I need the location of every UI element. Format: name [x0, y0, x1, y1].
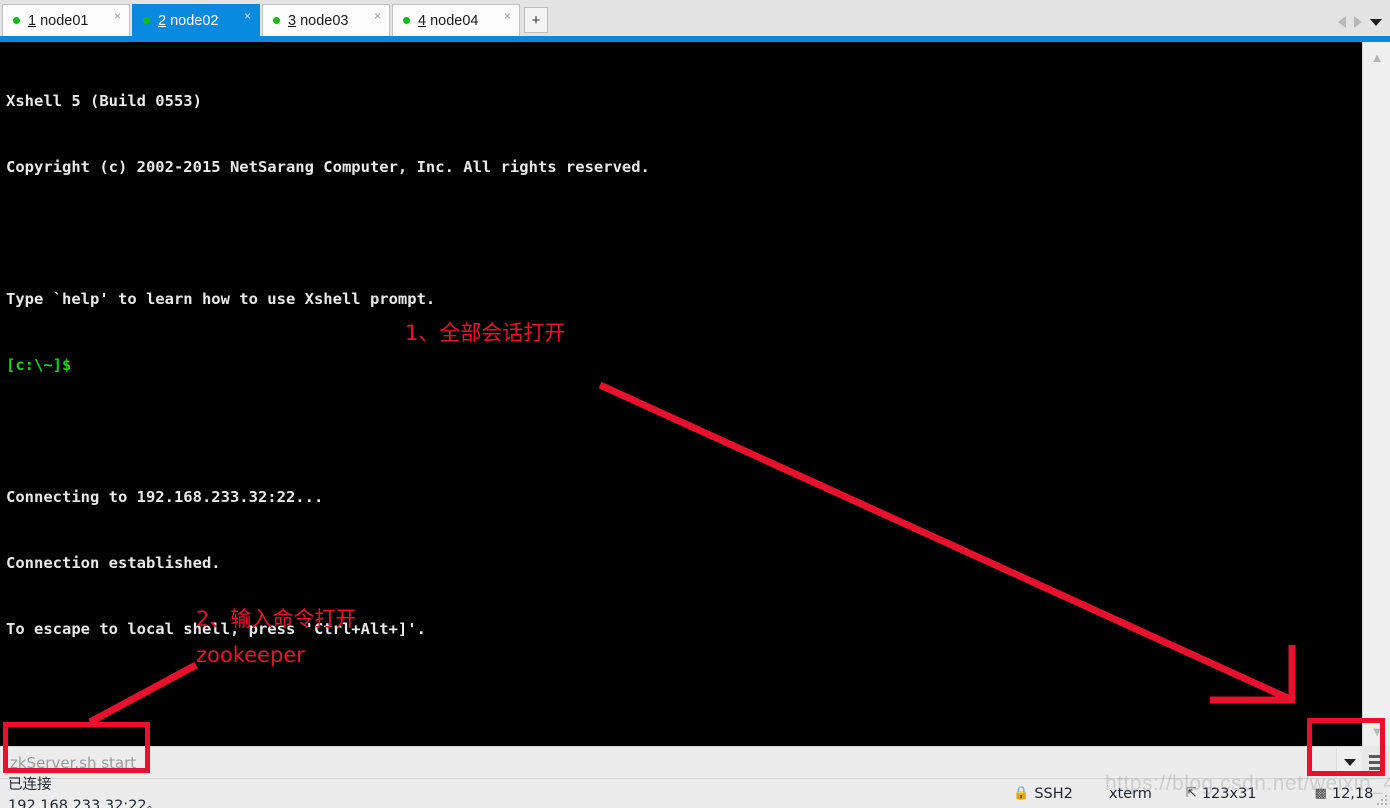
terminal-line: Connecting to 192.168.233.32:22... [6, 488, 324, 506]
terminal-line: Connection established. [6, 554, 221, 572]
status-size-label: 123x31 [1201, 785, 1257, 802]
tab-status-dot [13, 17, 20, 24]
annotation-note-3: zookeeper [196, 643, 305, 667]
xshell-window: 1 node01 × 2 node02 × 3 node03 × 4 node0… [0, 0, 1390, 808]
tab-label: node02 [170, 12, 219, 29]
chevron-down-icon[interactable] [1370, 18, 1382, 26]
status-terminal-type: xterm [1108, 785, 1152, 802]
chevron-up-icon[interactable]: ▲ [1363, 44, 1390, 70]
tab-label: node04 [430, 12, 479, 29]
status-size: ⇱ 123x31 [1186, 786, 1257, 802]
status-bar: 已连接 192.168.233.32:22。 🔒 SSH2 xterm ⇱ 12… [0, 777, 1390, 808]
plus-icon: + [531, 11, 541, 29]
tab-status-dot [273, 17, 280, 24]
lock-icon: 🔒 [1013, 786, 1030, 801]
new-tab-button[interactable]: + [524, 7, 548, 33]
resize-grip[interactable] [1375, 793, 1387, 805]
tab-index: 4 [418, 12, 427, 29]
status-connection: 已连接 192.168.233.32:22。 [8, 776, 162, 808]
tab-bar-controls [1338, 16, 1390, 36]
status-position: ▩ 12,18 [1315, 786, 1374, 802]
terminal-line: Type `help' to learn how to use Xshell p… [6, 290, 436, 308]
terminal-line: Copyright (c) 2002-2015 NetSarang Comput… [6, 158, 650, 176]
status-protocol: 🔒 SSH2 [1013, 786, 1073, 802]
annotation-note-2: 2、输入命令打开 [196, 607, 357, 631]
tab-index: 3 [288, 12, 297, 29]
terminal-output[interactable]: Xshell 5 (Build 0553) Copyright (c) 2002… [0, 42, 1362, 746]
resize-icon: ⇱ [1185, 786, 1197, 801]
terminal-scrollbar[interactable]: ▲ ▼ [1362, 42, 1390, 746]
tab-label: node03 [300, 12, 349, 29]
triangle-left-icon[interactable] [1338, 16, 1346, 28]
tab-status-dot [143, 17, 150, 24]
tab-node02[interactable]: 2 node02 × [132, 4, 260, 36]
cursor-position-icon: ▩ [1314, 786, 1327, 801]
tab-close-icon[interactable]: × [240, 10, 255, 22]
terminal-text-block: Xshell 5 (Build 0553) Copyright (c) 2002… [6, 46, 650, 746]
status-position-label: 12,18 [1331, 785, 1374, 802]
triangle-right-icon[interactable] [1354, 16, 1362, 28]
terminal-line: Xshell 5 (Build 0553) [6, 92, 202, 110]
terminal-local-prompt: [c:\~]$ [6, 356, 72, 374]
tab-close-icon[interactable]: × [110, 10, 125, 22]
tab-bar: 1 node01 × 2 node02 × 3 node03 × 4 node0… [0, 0, 1390, 36]
command-input[interactable] [0, 747, 1336, 778]
tab-label: node01 [40, 12, 89, 29]
highlight-box-corner-menu [1307, 718, 1385, 776]
tab-close-icon[interactable]: × [500, 10, 515, 22]
tab-index: 1 [28, 12, 37, 29]
tab-status-dot [403, 17, 410, 24]
highlight-box-command-bar [3, 722, 150, 773]
command-bar [0, 746, 1362, 778]
tab-node01[interactable]: 1 node01 × [2, 4, 130, 36]
annotation-note-1: 1、全部会话打开 [405, 321, 566, 345]
tab-close-icon[interactable]: × [370, 10, 385, 22]
tab-node03[interactable]: 3 node03 × [262, 4, 390, 36]
tab-node04[interactable]: 4 node04 × [392, 4, 520, 36]
tab-index: 2 [158, 12, 167, 29]
status-protocol-label: SSH2 [1034, 785, 1073, 802]
